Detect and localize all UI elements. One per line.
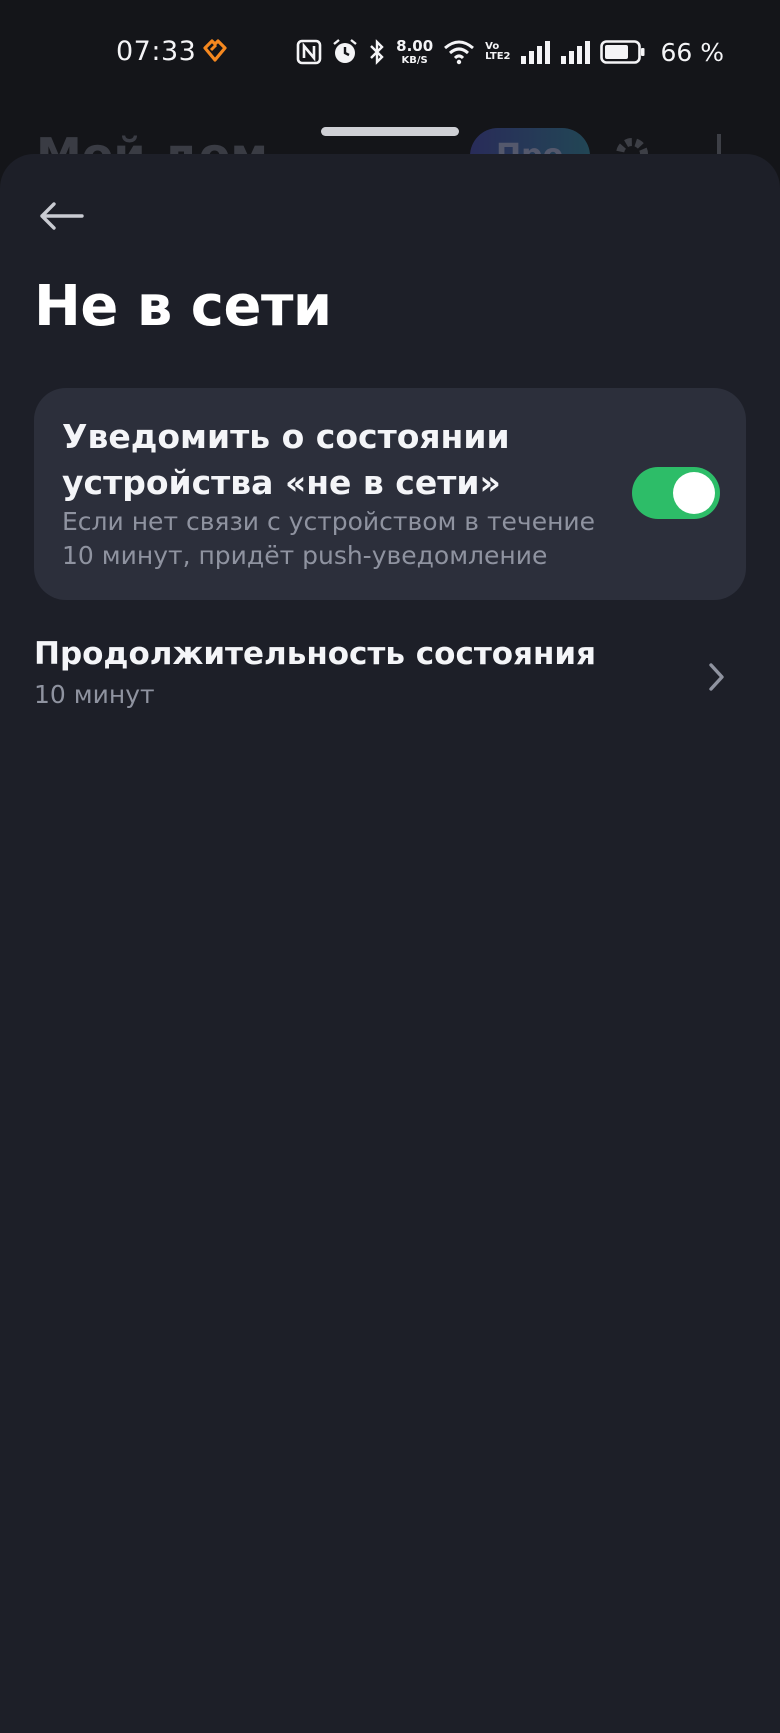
battery-icon <box>600 36 646 68</box>
notify-offline-toggle[interactable] <box>632 467 720 519</box>
signal-icon <box>560 36 591 68</box>
page-title: Не в сети <box>34 274 332 339</box>
volte-bottom: LTE2 <box>485 51 511 62</box>
notify-offline-title: Уведомить о состоянии устройства «не в с… <box>62 417 510 502</box>
heart-logo-icon <box>203 39 227 62</box>
notify-offline-description: Если нет связи с устройством в течение 1… <box>62 507 596 570</box>
status-icons: 8.00 KB/S Vo LTE2 66 % <box>296 34 724 70</box>
battery-percent: 66 % <box>660 37 724 67</box>
duration-row[interactable]: Продолжительность состояния 10 минут <box>0 620 780 720</box>
wifi-icon <box>443 36 475 68</box>
net-speed-unit: KB/S <box>401 54 428 66</box>
status-bar: 07:33 8.00 KB/S Vo LTE2 66 % <box>0 0 780 104</box>
chevron-right-icon <box>709 663 724 691</box>
toggle-knob <box>673 472 715 514</box>
net-speed: 8.00 KB/S <box>396 36 434 66</box>
screen: 07:33 8.00 KB/S Vo LTE2 66 % Не в сети У… <box>0 0 780 1733</box>
duration-title: Продолжительность состояния <box>34 636 597 672</box>
alarm-icon <box>332 36 358 68</box>
sheet-grabber[interactable] <box>321 127 459 136</box>
net-speed-value: 8.00 <box>396 36 434 55</box>
signal-icon <box>520 36 551 68</box>
bottom-sheet: Не в сети Уведомить о состоянии устройст… <box>0 154 780 1733</box>
volte-icon: Vo LTE2 <box>485 42 510 62</box>
duration-value: 10 минут <box>34 680 155 709</box>
notify-offline-card[interactable]: Уведомить о состоянии устройства «не в с… <box>34 388 746 600</box>
bluetooth-icon <box>368 36 386 68</box>
nfc-icon <box>296 36 322 68</box>
back-button[interactable] <box>34 194 88 238</box>
status-time: 07:33 <box>116 36 197 67</box>
arrow-left-icon <box>40 202 84 230</box>
